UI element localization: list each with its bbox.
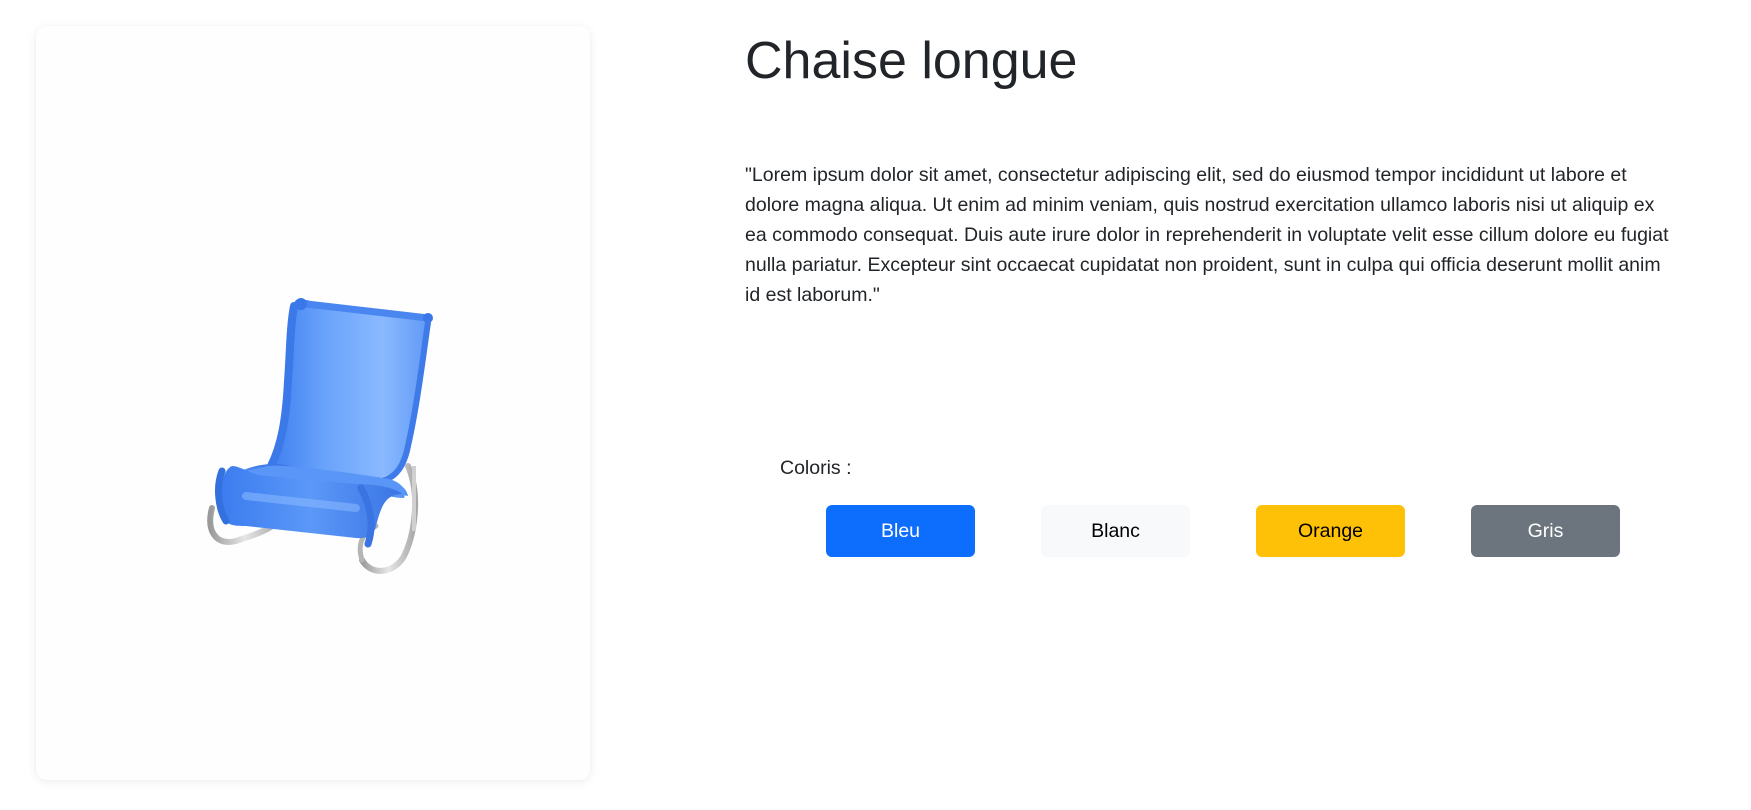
3d-viewer-card[interactable] <box>36 26 590 780</box>
color-button-bleu[interactable]: Bleu <box>826 505 975 557</box>
product-title: Chaise longue <box>745 32 1078 90</box>
color-button-blanc[interactable]: Blanc <box>1041 505 1190 557</box>
colors-label: Coloris : <box>780 457 852 479</box>
product-description: "Lorem ipsum dolor sit amet, consectetur… <box>745 164 1669 306</box>
chair-3d-model[interactable] <box>36 26 590 780</box>
color-button-gris[interactable]: Gris <box>1471 505 1620 557</box>
product-page: Chaise longue "Lorem ipsum dolor sit ame… <box>0 0 1751 810</box>
color-button-orange[interactable]: Orange <box>1256 505 1405 557</box>
color-options: Bleu Blanc Orange Gris <box>826 505 1626 557</box>
